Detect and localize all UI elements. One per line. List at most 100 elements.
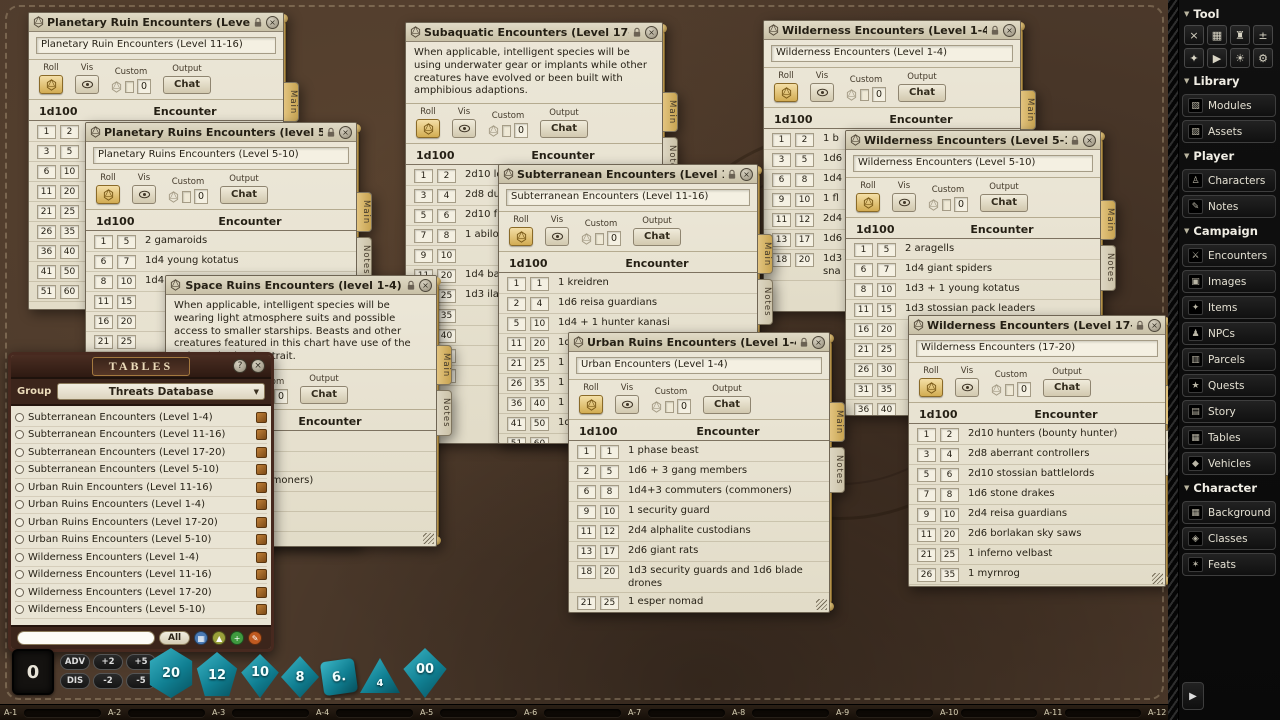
range-to-field[interactable]: 5 <box>60 145 79 159</box>
range-to-field[interactable]: 20 <box>877 323 896 337</box>
radio-icon[interactable] <box>15 553 24 562</box>
encounter-text[interactable]: 1 security guard <box>623 505 821 518</box>
dis-button[interactable]: DIS <box>60 673 90 689</box>
visibility-button[interactable] <box>132 185 156 204</box>
range-from-field[interactable]: 3 <box>37 145 56 159</box>
sidebar-button-parcels[interactable]: ▥Parcels <box>1182 348 1276 371</box>
range-to-field[interactable]: 60 <box>60 285 79 299</box>
range-from-field[interactable]: 51 <box>37 285 56 299</box>
custom-value-field[interactable]: 0 <box>194 189 208 204</box>
sidebar-button-encounters[interactable]: ⚔Encounters <box>1182 244 1276 267</box>
radio-icon[interactable] <box>15 588 24 597</box>
main-tab-button[interactable]: Main <box>357 192 372 232</box>
close-icon[interactable]: × <box>740 168 753 181</box>
range-from-field[interactable]: 3 <box>414 189 433 203</box>
table-link[interactable]: Subterranean Encounters (Level 17-20) <box>28 447 252 458</box>
encounter-text[interactable]: 1d6 + 3 gang members <box>623 465 821 478</box>
sidebar-button-characters[interactable]: ♙Characters <box>1182 169 1276 192</box>
range-to-field[interactable]: 30 <box>877 363 896 377</box>
range-from-field[interactable]: 41 <box>37 265 56 279</box>
range-to-field[interactable]: 1 <box>600 445 619 459</box>
range-from-field[interactable]: 11 <box>507 337 526 351</box>
custom-value-field[interactable]: 0 <box>137 79 151 94</box>
encounter-text[interactable]: 1d3 security guards and 1d6 blade drones <box>623 565 821 590</box>
range-from-field[interactable]: 26 <box>854 363 873 377</box>
range-to-field[interactable]: 20 <box>60 185 79 199</box>
radio-icon[interactable] <box>15 535 24 544</box>
chat-output-button[interactable]: Chat <box>220 186 268 204</box>
range-to-field[interactable]: 5 <box>117 235 136 249</box>
range-from-field[interactable]: 7 <box>917 488 936 502</box>
radio-icon[interactable] <box>15 430 24 439</box>
range-to-field[interactable]: 60 <box>530 437 549 443</box>
radio-icon[interactable] <box>15 518 24 527</box>
list-item[interactable]: Subterranean Encounters (Level 17-20) <box>15 444 267 462</box>
range-to-field[interactable]: 35 <box>60 225 79 239</box>
sidebar-button-backgrounds[interactable]: ▦Backgrounds <box>1182 501 1276 524</box>
die-icon[interactable] <box>256 587 267 598</box>
range-to-field[interactable]: 8 <box>600 485 619 499</box>
range-from-field[interactable]: 11 <box>854 303 873 317</box>
table-name-field[interactable]: Subterranean Encounters (Level 11-16) <box>506 189 750 206</box>
range-to-field[interactable]: 25 <box>437 289 456 303</box>
hotkey-slot[interactable]: A-10 <box>936 705 1040 720</box>
table-window-urban-ruins-1-4[interactable]: MainNotesUrban Ruins Encounters (Level 1… <box>568 332 830 613</box>
list-item[interactable]: Urban Ruins Encounters (Level 5-10) <box>15 532 267 550</box>
table-name-field[interactable]: Wilderness Encounters (Level 5-10) <box>853 155 1093 172</box>
range-from-field[interactable]: 21 <box>917 548 936 562</box>
calendar-icon[interactable]: ▦ <box>1207 25 1227 45</box>
range-to-field[interactable]: 25 <box>117 335 136 349</box>
range-from-field[interactable]: 5 <box>917 468 936 482</box>
range-from-field[interactable]: 6 <box>37 165 56 179</box>
radio-icon[interactable] <box>15 448 24 457</box>
list-item[interactable]: Urban Ruins Encounters (Level 17-20) <box>15 514 267 532</box>
range-to-field[interactable]: 7 <box>117 255 136 269</box>
range-to-field[interactable]: 2 <box>60 125 79 139</box>
range-to-field[interactable]: 25 <box>940 548 959 562</box>
range-to-field[interactable]: 2 <box>940 428 959 442</box>
window-titlebar[interactable]: Space Ruins Encounters (level 1-4)× <box>166 276 436 295</box>
sidebar-button-npcs[interactable]: ♟NPCs <box>1182 322 1276 345</box>
range-to-field[interactable]: 5 <box>795 153 814 167</box>
list-item[interactable]: Subterranean Encounters (Level 1-4) <box>15 409 267 427</box>
table-link[interactable]: Wilderness Encounters (Level 11-16) <box>28 569 252 580</box>
encounter-text[interactable]: 1 phase beast <box>623 445 821 458</box>
effects-icon[interactable]: ✦ <box>1184 48 1204 68</box>
encounter-text[interactable]: 2d6 borlakan sky saws <box>963 528 1157 541</box>
visibility-button[interactable] <box>955 378 979 397</box>
die-icon[interactable] <box>256 534 267 545</box>
range-from-field[interactable]: 5 <box>507 317 526 331</box>
close-icon[interactable]: × <box>1003 24 1016 37</box>
edit-icon[interactable]: ✎ <box>248 631 262 645</box>
range-from-field[interactable]: 7 <box>414 229 433 243</box>
range-to-field[interactable]: 25 <box>530 357 549 371</box>
custom-slot[interactable] <box>182 191 191 203</box>
notes-tab-button[interactable]: Notes <box>1101 245 1116 291</box>
range-to-field[interactable]: 20 <box>940 528 959 542</box>
range-from-field[interactable]: 21 <box>37 205 56 219</box>
notes-tab-button[interactable]: Notes <box>758 279 773 325</box>
custom-slot[interactable] <box>125 81 134 93</box>
custom-slot[interactable] <box>1005 384 1014 396</box>
table-name-field[interactable]: Wilderness Encounters (17-20) <box>916 340 1158 357</box>
range-to-field[interactable]: 50 <box>60 265 79 279</box>
hotkey-slot[interactable]: A-3 <box>208 705 312 720</box>
hotkey-slot[interactable]: A-9 <box>832 705 936 720</box>
window-titlebar[interactable]: Wilderness Encounters (Level 17-20)× <box>909 316 1165 335</box>
resize-grip[interactable] <box>423 533 434 544</box>
range-from-field[interactable]: 51 <box>507 437 526 443</box>
range-to-field[interactable]: 12 <box>795 213 814 227</box>
table-link[interactable]: Urban Ruins Encounters (Level 17-20) <box>28 517 252 528</box>
custom-value-field[interactable]: 0 <box>872 87 886 102</box>
d10-die[interactable]: 10 <box>240 654 280 698</box>
roll-button[interactable] <box>509 227 533 246</box>
modifier-stack[interactable]: 0 <box>12 649 54 695</box>
encounter-text[interactable]: 2d4 reisa guardians <box>963 508 1157 521</box>
close-icon[interactable]: × <box>266 16 279 29</box>
main-tab-button[interactable]: Main <box>1101 200 1116 240</box>
range-to-field[interactable]: 35 <box>940 568 959 582</box>
die-icon[interactable] <box>256 499 267 510</box>
window-titlebar[interactable]: Subterranean Encounters (Level 11-16)× <box>499 165 757 184</box>
hotkey-slot[interactable]: A-2 <box>104 705 208 720</box>
range-from-field[interactable]: 13 <box>577 545 596 559</box>
